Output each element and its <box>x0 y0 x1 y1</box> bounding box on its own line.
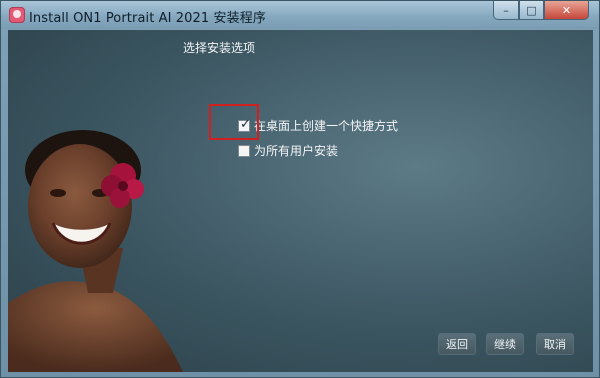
window-controls: – □ ✕ <box>493 1 589 21</box>
back-button[interactable]: 返回 <box>438 333 476 355</box>
title-bar[interactable]: Install ON1 Portrait AI 2021 安装程序 – □ ✕ <box>1 1 599 29</box>
desktop-shortcut-option[interactable]: 在桌面上创建一个快捷方式 <box>238 117 398 134</box>
window-title: Install ON1 Portrait AI 2021 安装程序 <box>29 11 266 26</box>
page-heading: 选择安装选项 <box>183 41 256 55</box>
all-users-label[interactable]: 为所有用户安装 <box>254 142 338 159</box>
app-icon <box>9 7 25 23</box>
installer-window: Install ON1 Portrait AI 2021 安装程序 – □ ✕ … <box>0 0 600 378</box>
maximize-button[interactable]: □ <box>519 1 544 20</box>
cancel-button[interactable]: 取消 <box>536 333 574 355</box>
next-button[interactable]: 继续 <box>486 333 524 355</box>
all-users-option[interactable]: 为所有用户安装 <box>238 142 338 159</box>
all-users-checkbox[interactable] <box>238 144 250 157</box>
installer-content: 选择安装选项 在桌面上创建一个快捷方式 为所有用户安装 <box>8 30 593 372</box>
highlight-box <box>209 104 259 140</box>
desktop-shortcut-label[interactable]: 在桌面上创建一个快捷方式 <box>254 117 398 134</box>
portrait-image <box>8 130 183 372</box>
close-button[interactable]: ✕ <box>544 1 589 20</box>
minimize-button[interactable]: – <box>493 1 519 20</box>
